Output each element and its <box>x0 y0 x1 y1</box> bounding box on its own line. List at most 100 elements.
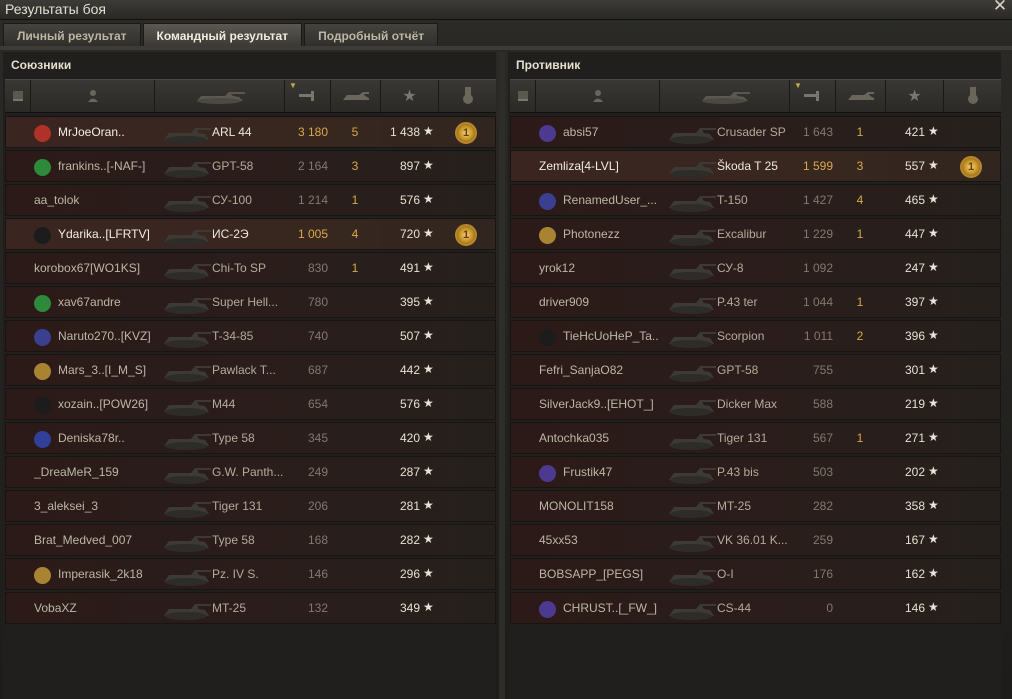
title-bar: Результаты боя ✕ <box>0 0 1012 20</box>
clan-emblem-icon <box>34 363 51 380</box>
player-row[interactable]: driver909 P.43 ter 1 044 1 397 ★ <box>510 286 1001 318</box>
player-row[interactable]: MrJoeOran.. ARL 44 3 180 5 1 438 ★ 1 <box>5 116 496 148</box>
player-row[interactable]: Fefri_SanjaO82 GPT-58 755 301 ★ <box>510 354 1001 386</box>
close-icon[interactable]: ✕ <box>992 0 1008 14</box>
player-name: yrok12 <box>539 261 576 275</box>
damage-value: 1 044 <box>802 295 833 309</box>
xp-value: 146 <box>904 601 925 615</box>
medal-icon[interactable] <box>944 80 1001 112</box>
damage-value: 687 <box>307 363 328 377</box>
tank-name: Tiger 131 <box>717 431 768 445</box>
tab-detailed-report[interactable]: Подробный отчёт <box>304 23 439 47</box>
damage-value: 345 <box>307 431 328 445</box>
player-row[interactable]: Deniska78r.. Type 58 345 420 ★ <box>5 422 496 454</box>
medal-icon[interactable] <box>439 80 496 112</box>
player-row[interactable]: yrok12 СУ-8 1 092 247 ★ <box>510 252 1001 284</box>
tab-personal-result[interactable]: Личный результат <box>3 23 141 47</box>
player-name: TieHcUoHeP_Ta.. <box>563 329 659 343</box>
xp-value: 162 <box>904 567 925 581</box>
star-icon[interactable]: ★ <box>381 80 439 112</box>
player-row[interactable]: Imperasik_2k18 Pz. IV S. 146 296 ★ <box>5 558 496 590</box>
medal-icon[interactable]: 1 <box>960 156 982 178</box>
player-name: 3_aleksei_3 <box>34 499 99 513</box>
player-icon[interactable] <box>31 80 155 112</box>
damage-value: 168 <box>307 533 328 547</box>
player-row[interactable]: BOBSAPP_[PEGS] O-I 176 162 ★ <box>510 558 1001 590</box>
player-row[interactable]: 45xx53 VK 36.01 K... 259 167 ★ <box>510 524 1001 556</box>
player-name: Antochka035 <box>539 431 610 445</box>
tank-name: MT-25 <box>717 499 752 513</box>
star-icon[interactable]: ★ <box>886 80 944 112</box>
tank-icon[interactable] <box>660 80 790 112</box>
player-icon[interactable] <box>536 80 660 112</box>
allies-panel: Союзники ▼ ★ MrJoeOran.. ARL 44 3 180 5 … <box>3 52 496 699</box>
xp-value: 720 <box>399 227 420 241</box>
player-row[interactable]: TieHcUoHeP_Ta.. Scorpion 1 011 2 396 ★ <box>510 320 1001 352</box>
tank-name: GPT-58 <box>717 363 759 377</box>
frags-value: 4 <box>856 193 864 207</box>
player-row[interactable]: frankins..[-NAF-] GPT-58 2 164 3 897 ★ <box>5 150 496 182</box>
damage-value: 1 011 <box>803 329 833 343</box>
clan-emblem-icon <box>34 329 51 346</box>
damage-icon[interactable]: ▼ <box>285 80 331 112</box>
player-row[interactable]: SilverJack9..[EHOT_] Dicker Max 588 219 ★ <box>510 388 1001 420</box>
player-name: Deniska78r.. <box>58 431 125 445</box>
vehicle-status-icon[interactable] <box>510 80 536 112</box>
player-row[interactable]: absi57 Crusader SP 1 643 1 421 ★ <box>510 116 1001 148</box>
player-row[interactable]: RenamedUser_... T-150 1 427 4 465 ★ <box>510 184 1001 216</box>
tank-silhouette-icon <box>669 264 716 280</box>
vehicle-status-icon[interactable] <box>5 80 31 112</box>
damage-value: 249 <box>307 465 328 479</box>
damage-icon[interactable]: ▼ <box>790 80 836 112</box>
clan-emblem-icon <box>34 295 51 312</box>
player-row[interactable]: Mars_3..[I_M_S] Pawlack T... 687 442 ★ <box>5 354 496 386</box>
player-row[interactable]: Antochka035 Tiger 131 567 1 271 ★ <box>510 422 1001 454</box>
player-row[interactable]: 3_aleksei_3 Tiger 131 206 281 ★ <box>5 490 496 522</box>
player-row[interactable]: Photonezz Excalibur 1 229 1 447 ★ <box>510 218 1001 250</box>
star-icon: ★ <box>423 464 434 478</box>
frags-icon[interactable] <box>836 80 886 112</box>
player-row[interactable]: MONOLIT158 MT-25 282 358 ★ <box>510 490 1001 522</box>
medal-icon[interactable]: 1 <box>455 224 477 246</box>
player-row[interactable]: Brat_Medved_007 Type 58 168 282 ★ <box>5 524 496 556</box>
star-icon: ★ <box>928 158 939 172</box>
damage-value: 282 <box>812 499 833 513</box>
tank-icon[interactable] <box>155 80 285 112</box>
player-row[interactable]: xav67andre Super Hell... 780 395 ★ <box>5 286 496 318</box>
star-icon: ★ <box>928 464 939 478</box>
player-row[interactable]: CHRUST..[_FW_] CS-44 0 146 ★ <box>510 592 1001 624</box>
xp-value: 442 <box>399 363 420 377</box>
tank-name: P.43 ter <box>717 295 758 309</box>
star-icon: ★ <box>423 362 434 376</box>
medal-icon[interactable]: 1 <box>455 122 477 144</box>
frags-icon[interactable] <box>331 80 381 112</box>
player-row[interactable]: VobaXZ MT-25 132 349 ★ <box>5 592 496 624</box>
player-row[interactable]: korobox67[WO1KS] Chi-To SP 830 1 491 ★ <box>5 252 496 284</box>
player-row[interactable]: Frustik47 P.43 bis 503 202 ★ <box>510 456 1001 488</box>
damage-value: 1 229 <box>802 227 833 241</box>
player-row[interactable]: _DreaMeR_159 G.W. Panth... 249 287 ★ <box>5 456 496 488</box>
xp-value: 349 <box>399 601 420 615</box>
xp-value: 897 <box>399 159 420 173</box>
tank-name: MT-25 <box>212 601 247 615</box>
tank-silhouette-icon <box>669 434 716 450</box>
player-name: Mars_3..[I_M_S] <box>58 363 147 377</box>
clan-emblem-icon <box>34 227 51 244</box>
player-row[interactable]: Zemliza[4-LVL] Škoda T 25 1 599 3 557 ★ 1 <box>510 150 1001 182</box>
star-icon: ★ <box>423 192 434 206</box>
tab-team-result[interactable]: Командный результат <box>142 23 303 47</box>
player-row[interactable]: Naruto270..[KVZ] T-34-85 740 507 ★ <box>5 320 496 352</box>
tank-name: СУ-100 <box>212 193 252 207</box>
player-row[interactable]: aa_tolok СУ-100 1 214 1 576 ★ <box>5 184 496 216</box>
player-name: Naruto270..[KVZ] <box>58 329 151 343</box>
damage-value: 1 643 <box>802 125 833 139</box>
allies-header: ▼ ★ <box>5 79 496 113</box>
player-name: Frustik47 <box>563 465 613 479</box>
tank-silhouette-icon <box>669 230 716 246</box>
tank-silhouette-icon <box>669 332 716 348</box>
player-row[interactable]: xozain..[POW26] M44 654 576 ★ <box>5 388 496 420</box>
player-row[interactable]: Ydarika..[LFRTV] ИС-2Э 1 005 4 720 ★ 1 <box>5 218 496 250</box>
tank-name: Excalibur <box>717 227 767 241</box>
xp-value: 465 <box>904 193 925 207</box>
xp-value: 287 <box>399 465 420 479</box>
